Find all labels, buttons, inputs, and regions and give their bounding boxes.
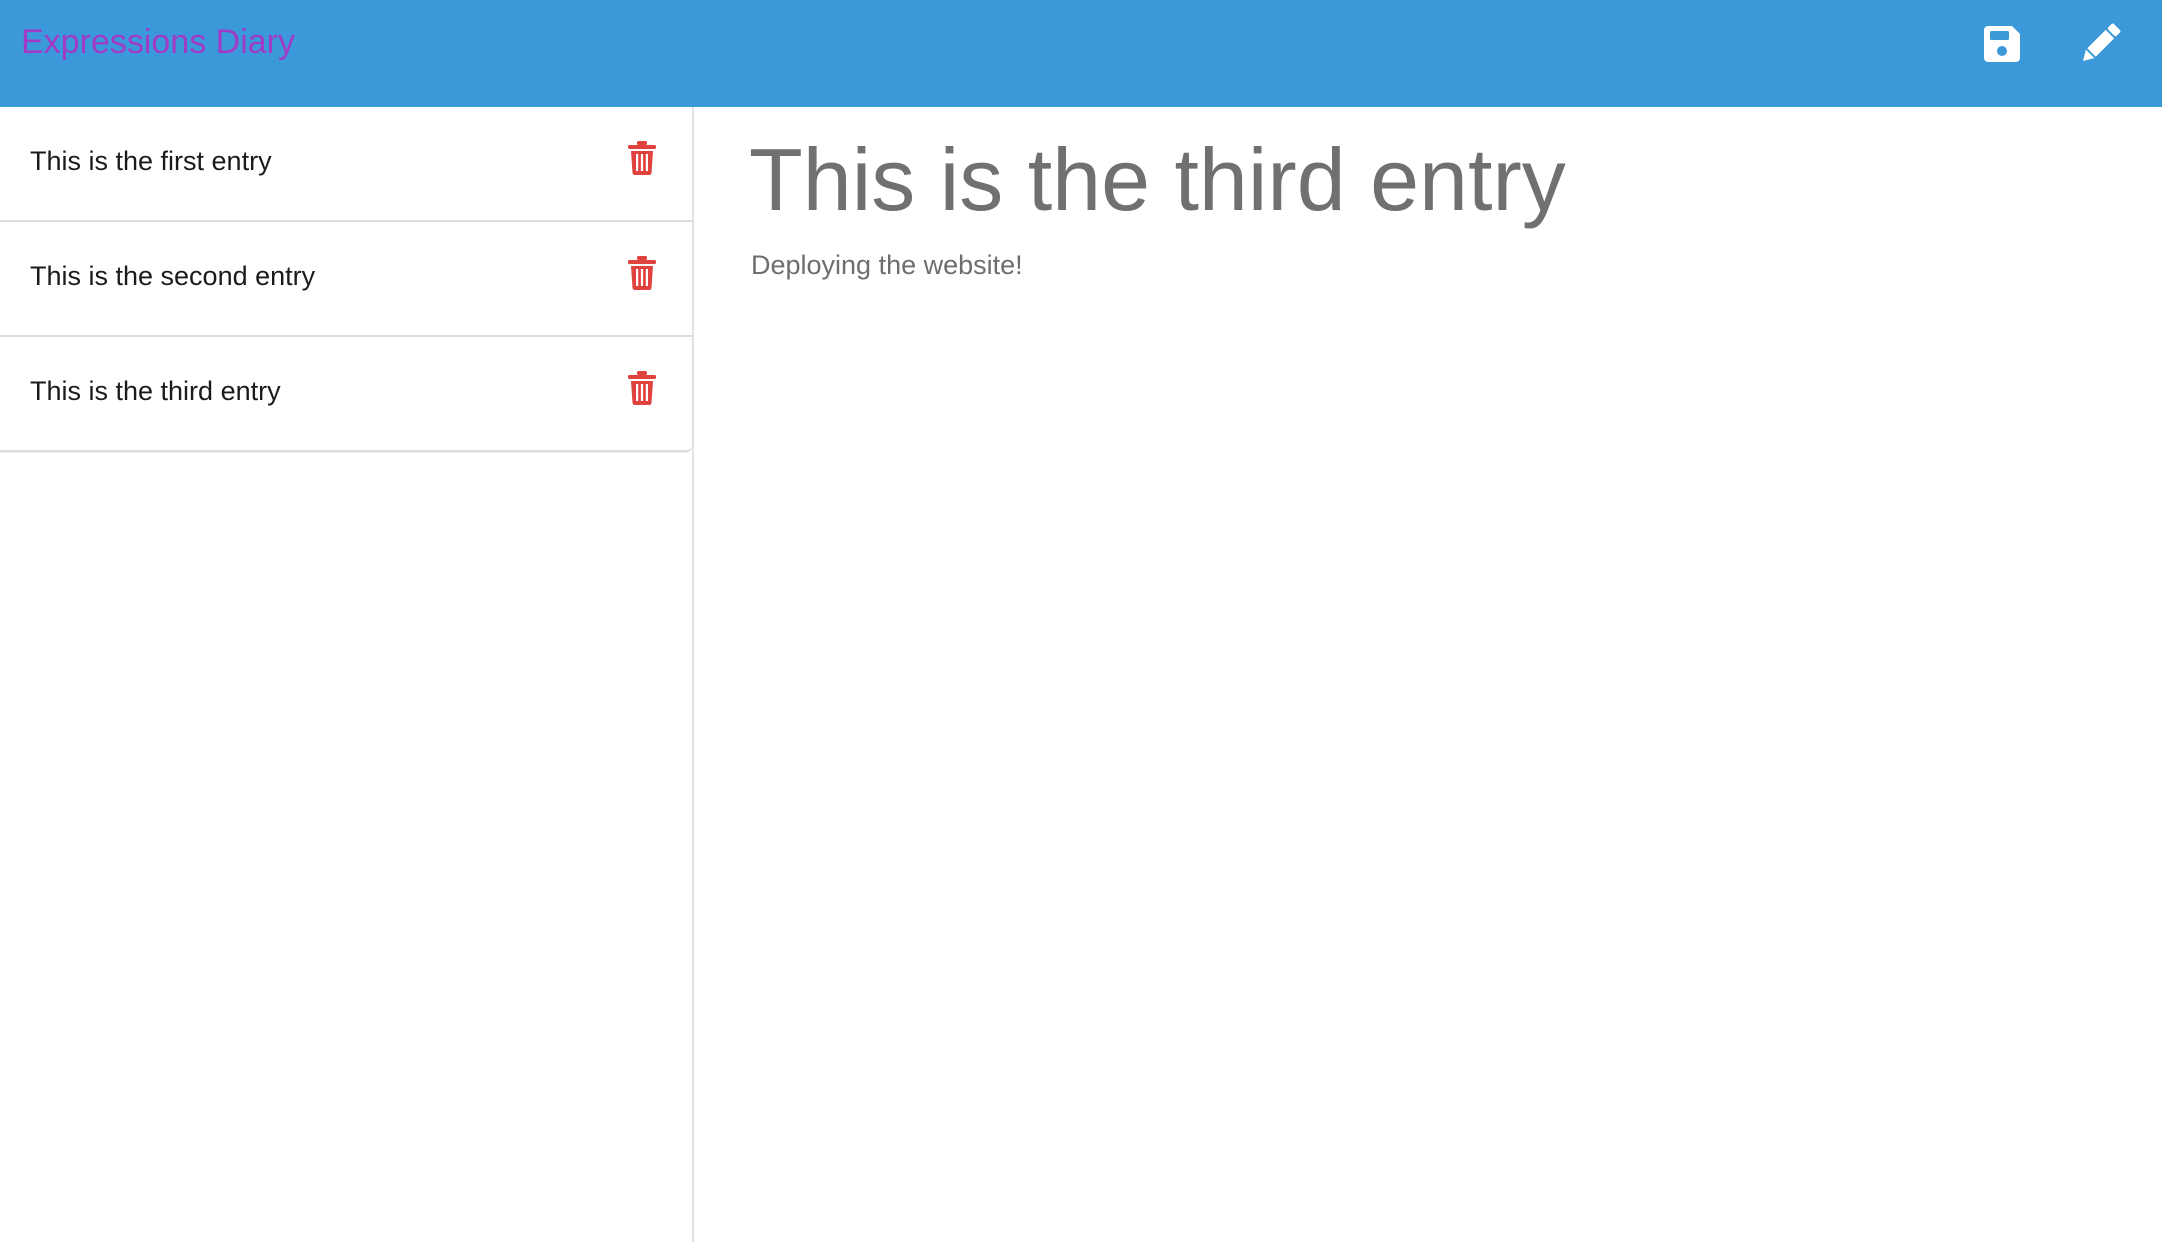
delete-entry-button[interactable] <box>625 253 659 293</box>
entry-title: This is the second entry <box>30 261 316 291</box>
entry-list-item[interactable]: This is the second entry <box>0 222 692 337</box>
entry-list-item[interactable]: This is the first entry <box>0 107 692 222</box>
entry-list-item[interactable]: This is the third entry <box>0 337 692 452</box>
trash-icon <box>628 371 656 405</box>
delete-entry-button[interactable] <box>625 368 659 408</box>
pencil-icon <box>2083 23 2121 61</box>
trash-icon <box>628 141 656 175</box>
entries-sidebar: This is the first entry This is the seco… <box>0 107 694 1242</box>
trash-icon <box>628 256 656 290</box>
app-window: Expressions Diary This is the first entr… <box>0 0 2162 1242</box>
save-icon <box>1984 26 2020 62</box>
entry-view: This is the third entry Deploying the we… <box>694 107 2162 1242</box>
entry-heading: This is the third entry <box>749 130 1566 229</box>
save-button[interactable] <box>1979 21 2025 67</box>
entry-title: This is the first entry <box>30 146 272 176</box>
delete-entry-button[interactable] <box>625 138 659 178</box>
top-navbar: Expressions Diary <box>0 0 2162 107</box>
entry-body: Deploying the website! <box>751 250 1023 280</box>
entry-title: This is the third entry <box>30 376 281 406</box>
edit-button[interactable] <box>2077 21 2123 67</box>
brand-link[interactable]: Expressions Diary <box>21 22 295 63</box>
